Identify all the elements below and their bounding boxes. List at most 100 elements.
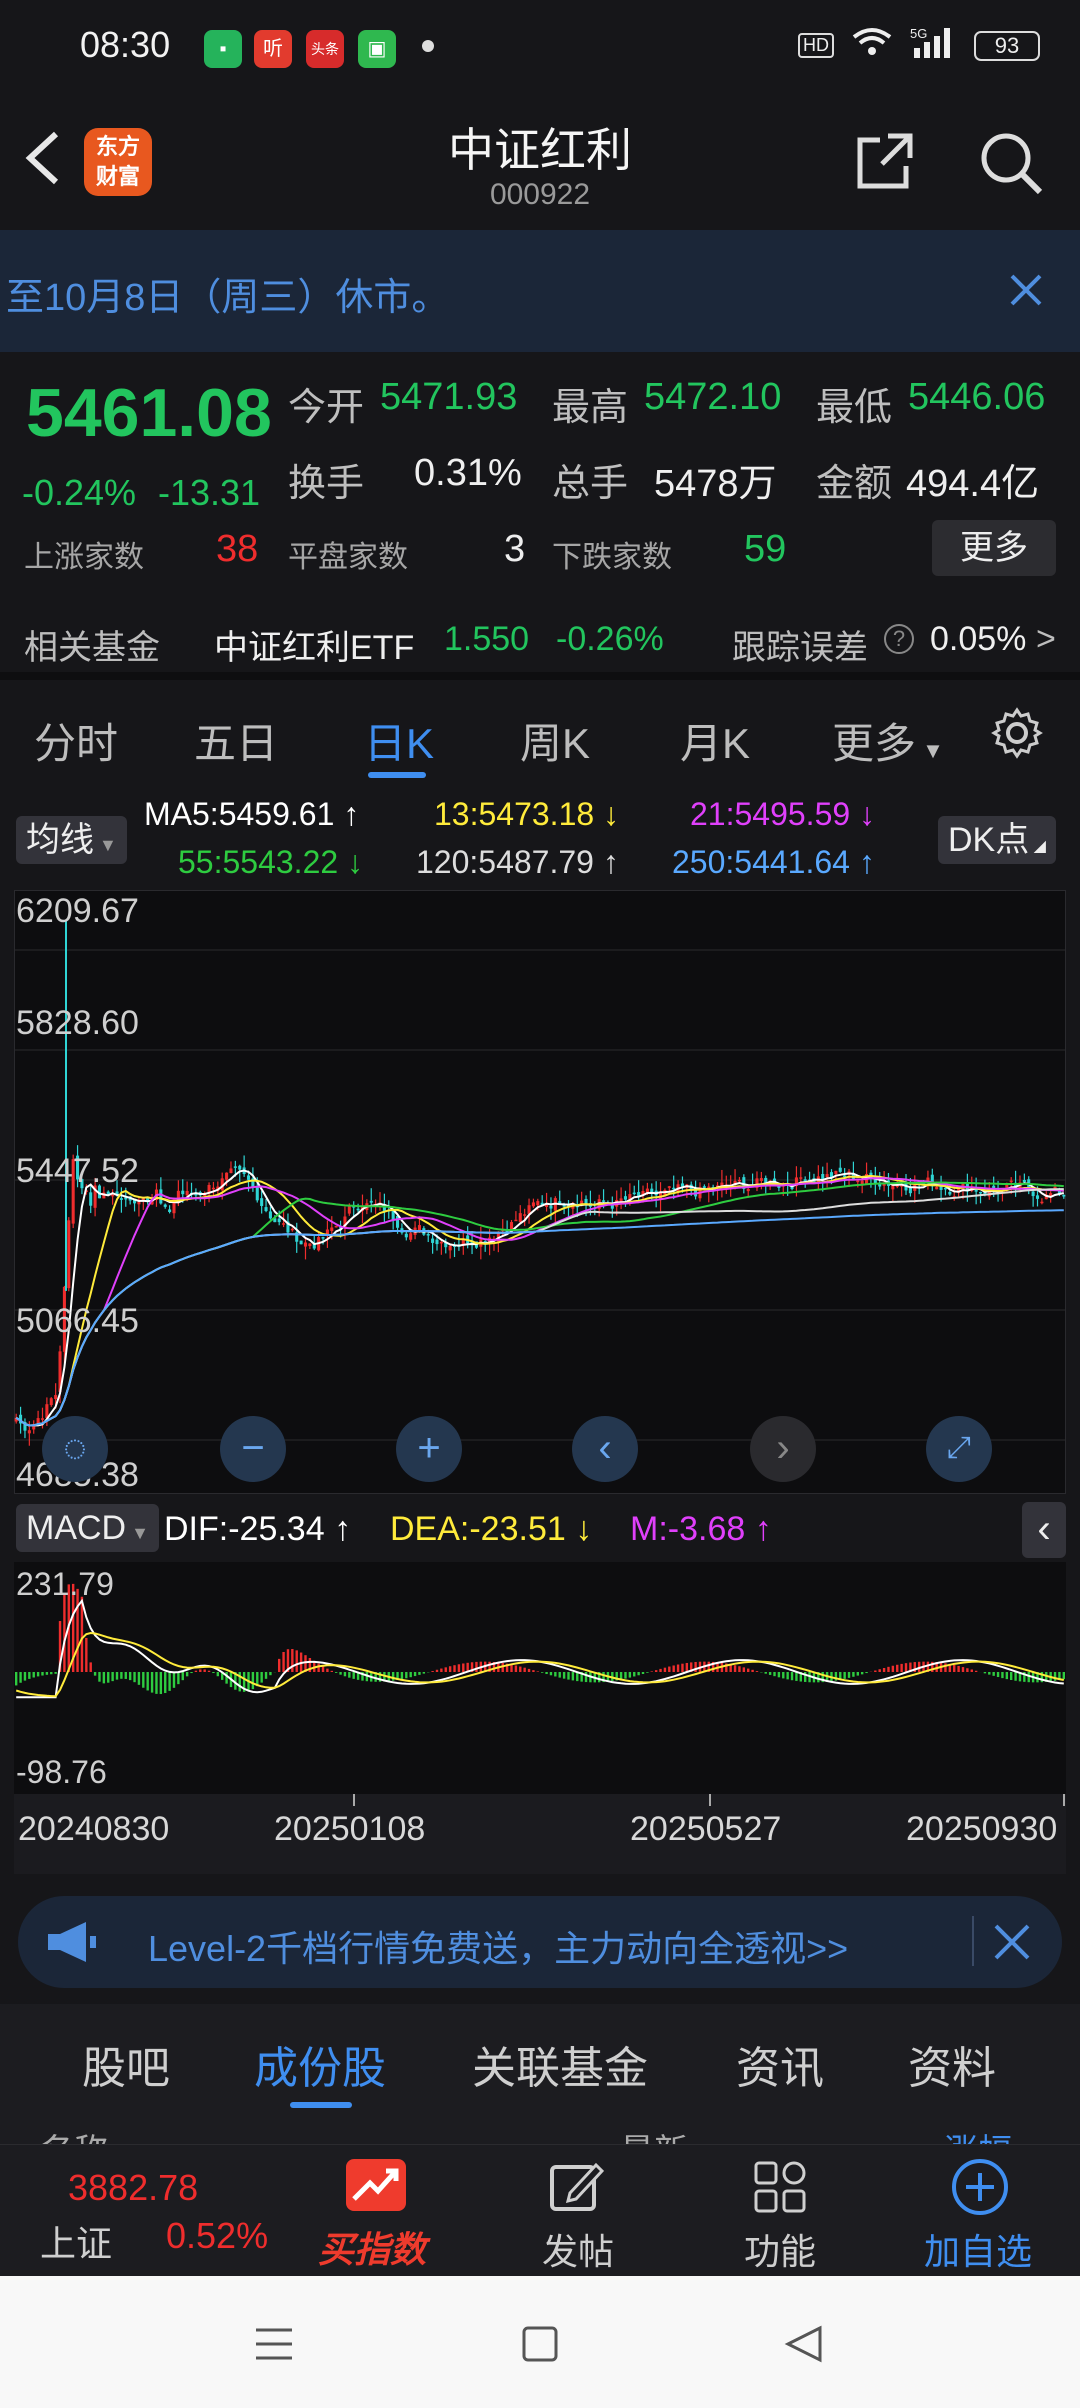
wechat-notification-icon: ▪ <box>204 30 242 68</box>
chart-settings-button[interactable] <box>990 706 1044 760</box>
home-square-icon <box>522 2326 558 2362</box>
ma13-value: 13:5473.18 ↓ <box>434 796 620 832</box>
dk-point-button[interactable]: DK点 ◢ <box>938 816 1056 864</box>
chart-grid <box>14 890 1066 1494</box>
listen-notification-icon: 听 <box>254 30 292 68</box>
amount-label: 金额 <box>816 463 893 505</box>
tab-monthly-k[interactable]: 月K <box>680 710 750 771</box>
close-icon <box>1010 274 1042 306</box>
tab-constituents[interactable]: 成份股 <box>254 2032 386 2096</box>
status-time: 08:30 <box>80 24 171 65</box>
close-promo-button[interactable] <box>992 1922 1032 1967</box>
post-button[interactable]: 发帖 <box>520 2145 640 2277</box>
page-title: 中证红利 <box>448 124 632 176</box>
caret-down-icon: ▼ <box>94 835 117 855</box>
tracking-error-label: 跟踪误差 <box>732 629 868 667</box>
collapse-panel-button[interactable]: ‹ <box>1022 1502 1066 1558</box>
tab-guba[interactable]: 股吧 <box>82 2032 170 2096</box>
up-count-label: 上涨家数 <box>24 541 144 574</box>
tab-intraday[interactable]: 分时 <box>34 710 118 771</box>
scroll-right-button[interactable]: › <box>750 1416 816 1482</box>
tab-related-funds[interactable]: 关联基金 <box>472 2032 648 2096</box>
macd-selector[interactable]: MACD ▼ <box>16 1504 159 1552</box>
column-latest[interactable]: 最新 <box>620 2124 688 2144</box>
current-price: 5461.08 <box>26 375 272 451</box>
down-count-label: 下跌家数 <box>552 541 672 574</box>
menu-icon <box>256 2328 292 2360</box>
ma250-value: 250:5441.64 ↑ <box>672 844 875 880</box>
search-button[interactable] <box>976 128 1046 198</box>
zoom-out-button[interactable]: − <box>220 1416 286 1482</box>
share-button[interactable] <box>852 128 918 194</box>
fund-change: -0.26% <box>556 620 664 658</box>
column-name[interactable]: 名称 <box>40 2124 108 2144</box>
period-tabs: 分时 五日 日K 周K 月K 更多 ▼ <box>0 680 1080 790</box>
macd-selector-label: MACD <box>26 1509 127 1547</box>
ring-icon: ◌ <box>63 1426 87 1470</box>
indicator-selector-label: 均线 <box>26 821 94 859</box>
promo-divider <box>972 1916 974 1966</box>
fullscreen-button[interactable]: ⤢ <box>926 1416 992 1482</box>
macd-chart[interactable]: 231.79 -98.76 <box>14 1562 1066 1794</box>
add-watchlist-button[interactable]: 加自选 <box>910 2145 1050 2277</box>
date-label-1: 20240830 <box>18 1810 170 1848</box>
tab-five-day[interactable]: 五日 <box>194 710 278 771</box>
fund-label: 相关基金 <box>24 629 160 667</box>
back-nav-button[interactable] <box>784 2324 824 2369</box>
y-axis-label-3: 5447.52 <box>16 1152 139 1190</box>
scroll-left-button[interactable]: ‹ <box>572 1416 638 1482</box>
back-triangle-icon <box>784 2325 822 2363</box>
tab-more-label: 更多 <box>832 720 917 767</box>
open-value: 5471.93 <box>380 376 518 418</box>
ma55-value: 55:5543.22 ↓ <box>178 844 364 880</box>
level2-promo-banner[interactable]: Level-2千档行情免费送，主力动向全透视>> <box>18 1896 1062 1988</box>
ma-legend: 均线 ▼ MA5:5459.61 ↑ 13:5473.18 ↓ 21:5495.… <box>0 790 1080 890</box>
y-axis-label-2: 5828.60 <box>16 1004 139 1042</box>
active-tab-underline <box>368 772 426 778</box>
open-label: 今开 <box>288 387 365 429</box>
kline-chart[interactable]: 6209.67 5828.60 5447.52 5066.45 4685.38 … <box>14 890 1066 1494</box>
change-percent: -0.24% <box>22 472 137 513</box>
buy-index-button[interactable]: 买指数 <box>310 2145 446 2277</box>
chevron-right-icon: › <box>776 1426 790 1470</box>
tab-more[interactable]: 更多 ▼ <box>832 710 944 771</box>
macd-m: M:-3.68 ↑ <box>630 1510 772 1548</box>
holiday-notice-banner: 至10月8日（周三）休市。 <box>0 230 1080 352</box>
close-notice-button[interactable] <box>1008 258 1044 321</box>
scroll-left-far-button[interactable]: ◌ <box>42 1416 108 1482</box>
fund-name: 中证红利ETF <box>214 629 415 667</box>
indicator-selector[interactable]: 均线 ▼ <box>16 816 127 864</box>
home-nav-button[interactable] <box>520 2324 560 2369</box>
macd-canvas <box>14 1583 1066 1699</box>
status-right-icons: HD 5G 93 <box>798 26 1040 65</box>
tab-daily-k[interactable]: 日K <box>364 710 434 771</box>
gear-icon <box>991 707 1043 759</box>
low-value: 5446.06 <box>908 376 1046 418</box>
app-header: 东方 财富 中证红利 000922 <box>0 98 1080 230</box>
tab-news[interactable]: 资讯 <box>736 2032 824 2096</box>
tab-weekly-k[interactable]: 周K <box>520 710 590 771</box>
close-icon <box>994 1924 1030 1960</box>
column-change[interactable]: 涨幅 <box>944 2124 1012 2144</box>
signal-icon: 5G <box>910 26 956 65</box>
high-value: 5472.10 <box>644 376 782 418</box>
index-ticker[interactable]: 3882.78 上证 0.52% <box>0 2145 300 2277</box>
chevron-right-icon[interactable]: > <box>1036 620 1056 659</box>
more-quote-button[interactable]: 更多 <box>932 520 1056 576</box>
date-label-4: 20250930 <box>906 1810 1058 1848</box>
function-button[interactable]: 功能 <box>720 2145 840 2277</box>
macd-dif: DIF:-25.34 ↑ <box>164 1510 352 1548</box>
caret-down-icon: ▼ <box>916 738 944 763</box>
toutiao-notification-icon: 头条 <box>306 30 344 68</box>
function-label: 功能 <box>744 2231 817 2272</box>
ma5-value: MA5:5459.61 ↑ <box>144 796 360 832</box>
security-code: 000922 <box>489 178 591 211</box>
hd-icon: HD <box>798 33 834 58</box>
zoom-in-button[interactable]: + <box>396 1416 462 1482</box>
kline-canvas <box>14 890 1066 1494</box>
active-content-tab-underline <box>290 2102 352 2108</box>
turnover-value: 0.31% <box>414 452 522 494</box>
help-icon[interactable]: ? <box>884 624 914 654</box>
menu-nav-button[interactable] <box>254 2324 294 2369</box>
tab-profile[interactable]: 资料 <box>908 2032 996 2096</box>
